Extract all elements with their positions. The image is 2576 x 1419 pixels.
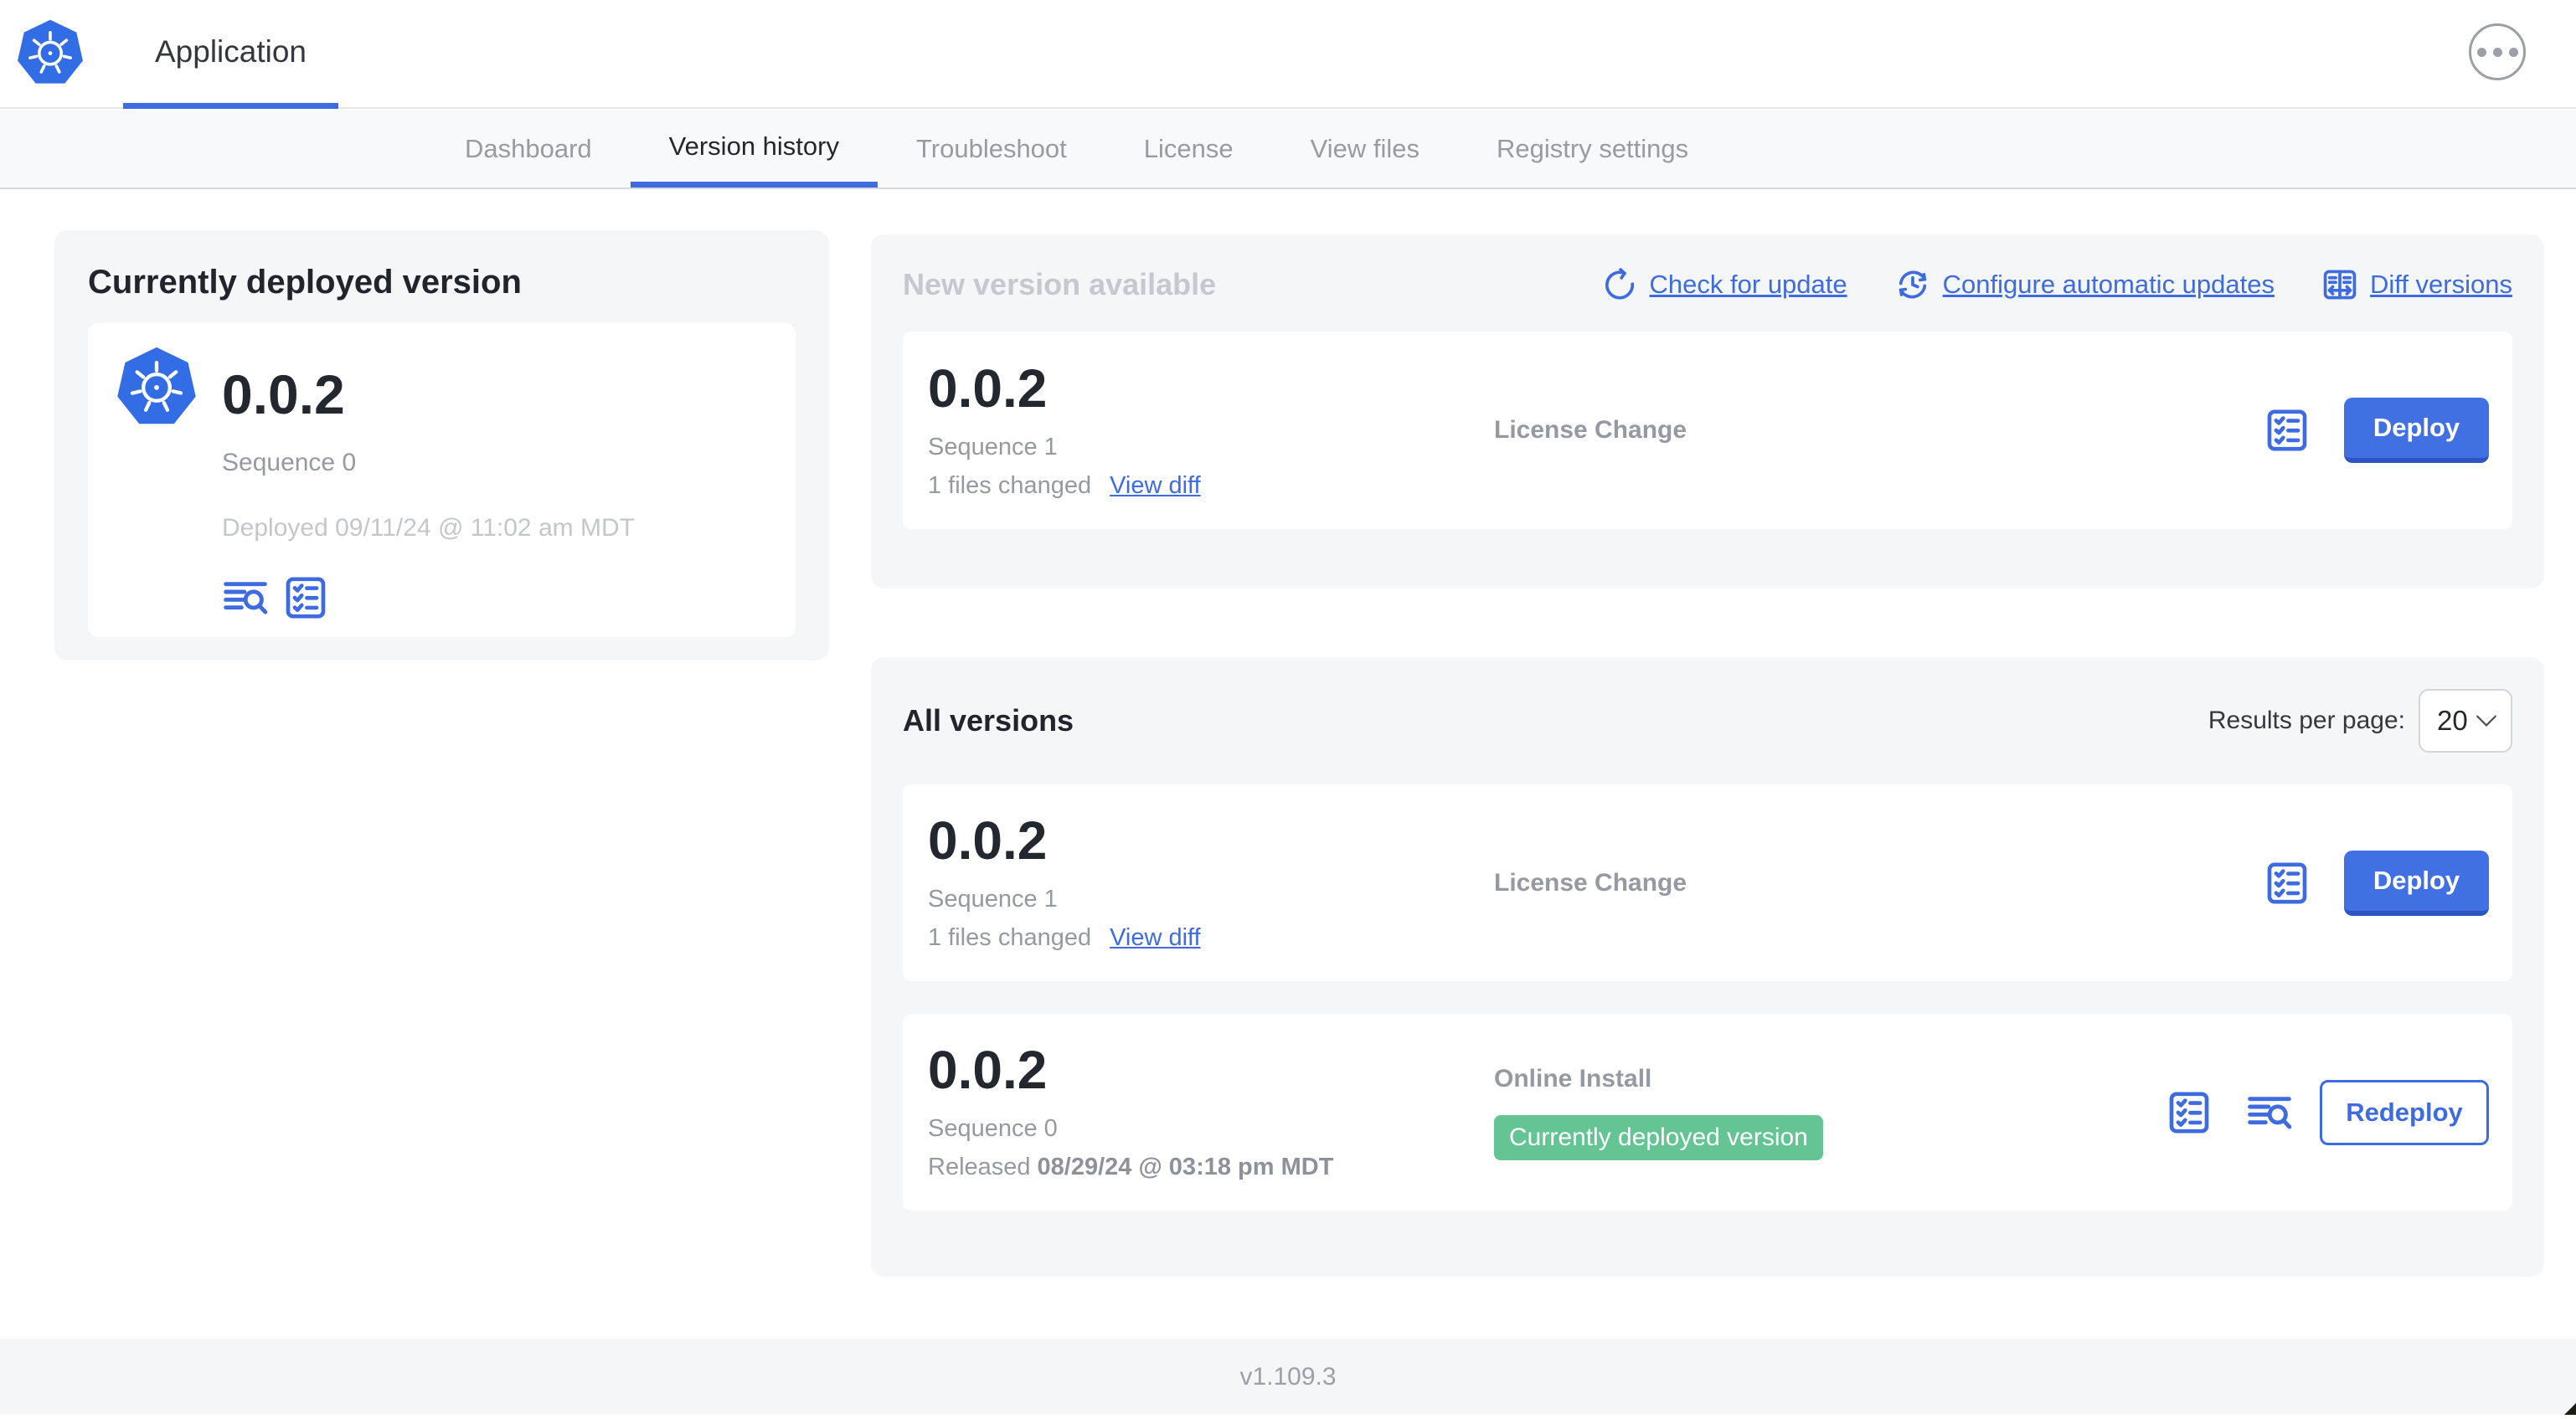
preflight-checks-button[interactable] bbox=[2264, 407, 2311, 454]
log-search-icon bbox=[224, 582, 268, 614]
deployed-timestamp: Deployed 09/11/24 @ 11:02 am MDT bbox=[222, 514, 635, 542]
results-per-page-select[interactable]: 20 bbox=[2419, 689, 2512, 753]
version-source-label: Online Install bbox=[1494, 1064, 1652, 1093]
tab-registry-settings[interactable]: Registry settings bbox=[1458, 111, 1727, 188]
overflow-menu-button[interactable] bbox=[2469, 23, 2526, 80]
all-versions-heading: All versions bbox=[903, 703, 1074, 738]
checklist-icon bbox=[2169, 1092, 2209, 1133]
currently-deployed-heading: Currently deployed version bbox=[88, 264, 522, 301]
deployed-sequence: Sequence 0 bbox=[222, 449, 357, 476]
diff-columns-icon bbox=[2323, 270, 2357, 300]
released-label: Released bbox=[928, 1154, 1031, 1180]
app-header: Application bbox=[0, 0, 2576, 109]
view-logs-button[interactable] bbox=[2246, 1089, 2293, 1136]
tab-version-history[interactable]: Version history bbox=[630, 111, 878, 188]
deployed-version-box: 0.0.2 Sequence 0 Deployed 09/11/24 @ 11:… bbox=[88, 323, 796, 637]
admin-console-version: v1.109.3 bbox=[1239, 1362, 1337, 1391]
kubernetes-app-icon bbox=[116, 346, 197, 429]
all-versions-card: All versions Results per page: 20 0.0.2 … bbox=[871, 657, 2544, 1277]
preflight-checks-button[interactable] bbox=[282, 574, 329, 621]
files-changed-label: 1 files changed bbox=[928, 471, 1092, 499]
redeploy-button[interactable]: Redeploy bbox=[2320, 1079, 2489, 1145]
results-per-page-label: Results per page: bbox=[2208, 707, 2405, 734]
ellipsis-menu-icon bbox=[2476, 47, 2486, 57]
version-number: 0.0.2 bbox=[928, 357, 1048, 419]
chevron-down-icon bbox=[2476, 715, 2496, 727]
version-source-label: License Change bbox=[1494, 868, 1687, 897]
tab-license[interactable]: License bbox=[1105, 111, 1272, 188]
app-title: Application bbox=[155, 33, 307, 69]
version-sequence: Sequence 1 bbox=[928, 433, 1058, 460]
diff-versions-link[interactable]: Diff versions bbox=[2321, 266, 2512, 303]
tab-view-files[interactable]: View files bbox=[1272, 111, 1458, 188]
new-version-row: 0.0.2 Sequence 1 1 files changed View di… bbox=[903, 332, 2512, 529]
new-version-card: New version available Check for update C… bbox=[871, 234, 2544, 589]
version-number: 0.0.2 bbox=[928, 1040, 1048, 1100]
version-sequence: Sequence 1 bbox=[928, 886, 1058, 913]
version-number: 0.0.2 bbox=[928, 810, 1048, 871]
app-tab-application[interactable]: Application bbox=[123, 0, 339, 109]
clock-sync-icon bbox=[1899, 270, 1927, 299]
checklist-icon bbox=[2267, 862, 2307, 903]
configure-automatic-updates-link[interactable]: Configure automatic updates bbox=[1894, 266, 2275, 303]
checklist-icon bbox=[286, 577, 326, 619]
version-sequence: Sequence 0 bbox=[928, 1115, 1058, 1142]
preflight-checks-button[interactable] bbox=[2264, 860, 2311, 907]
checklist-icon bbox=[2267, 409, 2307, 451]
check-for-update-link[interactable]: Check for update bbox=[1601, 266, 1847, 303]
version-source-label: License Change bbox=[1494, 416, 1687, 444]
view-diff-link[interactable]: View diff bbox=[1110, 472, 1201, 500]
refresh-icon bbox=[1605, 268, 1634, 300]
tab-troubleshoot[interactable]: Troubleshoot bbox=[878, 111, 1105, 188]
main-nav: Dashboard Version history Troubleshoot L… bbox=[0, 111, 2576, 189]
currently-deployed-badge: Currently deployed version bbox=[1494, 1114, 1823, 1160]
files-changed-label: 1 files changed bbox=[928, 924, 1092, 951]
deploy-button[interactable]: Deploy bbox=[2344, 398, 2489, 463]
app-footer: v1.109.3 bbox=[0, 1339, 2576, 1415]
preflight-checks-button[interactable] bbox=[2166, 1089, 2213, 1136]
view-diff-link[interactable]: View diff bbox=[1110, 924, 1201, 952]
deploy-button[interactable]: Deploy bbox=[2344, 850, 2489, 916]
tab-dashboard[interactable]: Dashboard bbox=[426, 111, 631, 188]
new-version-heading: New version available bbox=[903, 267, 1217, 301]
currently-deployed-card: Currently deployed version 0.0.2 Sequenc… bbox=[54, 230, 829, 661]
view-logs-button[interactable] bbox=[222, 574, 269, 621]
version-row: 0.0.2 Sequence 1 1 files changed View di… bbox=[903, 784, 2512, 981]
kubernetes-logo-icon bbox=[17, 18, 84, 89]
released-timestamp: 08/29/24 @ 03:18 pm MDT bbox=[1037, 1154, 1334, 1180]
version-row: 0.0.2 Sequence 0 Released 08/29/24 @ 03:1… bbox=[903, 1014, 2512, 1211]
deployed-version-number: 0.0.2 bbox=[222, 363, 345, 425]
log-search-icon bbox=[2248, 1096, 2292, 1129]
mouse-cursor bbox=[2561, 1398, 2576, 1415]
